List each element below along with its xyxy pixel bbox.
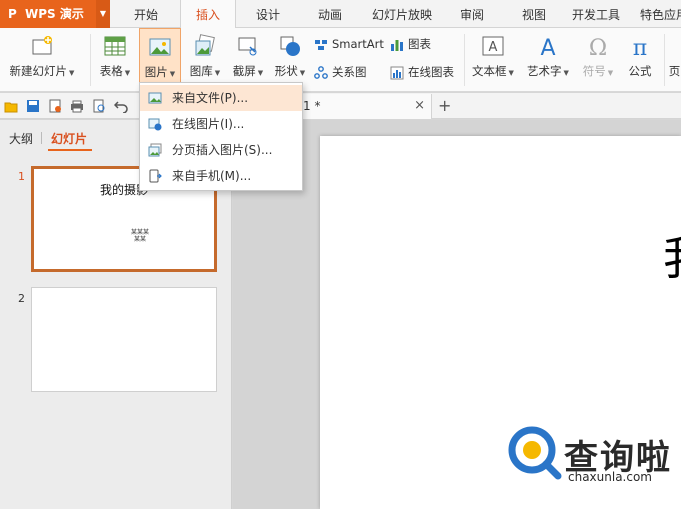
online-chart-label: 在线图表 xyxy=(408,65,454,79)
svg-text:A: A xyxy=(540,36,555,58)
menu-item-online-picture[interactable]: 在线图片(I)... xyxy=(140,111,302,137)
menu-item-label: 来自手机(M)... xyxy=(172,169,252,183)
textbox-icon: A xyxy=(482,36,504,56)
relation-chart-label: 关系图 xyxy=(332,65,367,79)
smartart-button[interactable]: SmartArt xyxy=(314,34,384,54)
smartart-label: SmartArt xyxy=(332,37,384,51)
save-icon[interactable] xyxy=(26,99,40,113)
tab-animation[interactable]: 动画 xyxy=(308,0,352,28)
gallery-label: 图库 xyxy=(189,64,213,78)
print-preview-icon[interactable] xyxy=(92,99,106,113)
gallery-icon xyxy=(195,34,215,56)
undo-icon[interactable] xyxy=(114,99,128,113)
slide-thumbnail-2[interactable] xyxy=(31,287,217,392)
tab-outline[interactable]: 大纲 xyxy=(9,130,33,147)
new-slide-icon xyxy=(32,36,52,55)
relation-chart-icon xyxy=(314,65,328,79)
svg-text:A: A xyxy=(489,40,498,55)
tab-developer[interactable]: 开发工具 xyxy=(568,0,624,28)
tab-slides[interactable]: 幻灯片 xyxy=(51,130,87,147)
online-chart-icon xyxy=(390,66,404,79)
picture-dropdown-menu: 来自文件(P)... 在线图片(I)... 分页插入图片(S)... 来自手机(… xyxy=(139,82,303,191)
picture-icon xyxy=(149,38,171,56)
search-logo-icon xyxy=(508,426,562,480)
online-image-icon xyxy=(148,118,162,131)
formula-button[interactable]: π 公式 xyxy=(620,28,660,92)
document-tab-title: 1 * xyxy=(303,99,321,113)
tab-design[interactable]: 设计 xyxy=(248,0,288,28)
slide-thumbnail-subtitle: 某某某 某某 xyxy=(130,229,149,243)
table-label: 表格 xyxy=(99,64,123,78)
chart-button[interactable]: 图表 xyxy=(390,34,431,54)
tab-insert[interactable]: 插入 xyxy=(180,0,236,29)
slide-title[interactable]: 我 xyxy=(663,222,681,288)
wordart-icon: A xyxy=(540,36,555,58)
wordart-label: 艺术字 xyxy=(527,64,562,78)
shapes-icon xyxy=(280,36,300,56)
relation-chart-button[interactable]: 关系图 xyxy=(314,62,367,82)
textbox-label: 文本框 xyxy=(472,64,507,78)
tab-view[interactable]: 视图 xyxy=(514,0,554,28)
screenshot-label: 截屏 xyxy=(232,64,256,78)
shapes-label: 形状 xyxy=(274,64,298,78)
header-footer-button[interactable]: 页 xyxy=(668,28,681,92)
header-footer-label: 页 xyxy=(668,64,681,78)
new-slide-button[interactable]: 新建幻灯片 ▼ xyxy=(4,28,80,92)
picture-label: 图片 xyxy=(144,65,168,79)
new-slide-label: 新建幻灯片 xyxy=(9,64,68,78)
app-name: WPS 演示 xyxy=(24,7,84,21)
formula-label: 公式 xyxy=(628,64,652,78)
table-button[interactable]: 表格 ▼ xyxy=(94,28,136,92)
tab-review[interactable]: 审阅 xyxy=(452,0,492,28)
menu-bar: P WPS 演示 ▼ 开始 插入 设计 动画 幻灯片放映 审阅 视图 开发工具 … xyxy=(0,0,681,29)
slide-number: 1 xyxy=(18,170,25,183)
tab-home[interactable]: 开始 xyxy=(124,0,168,28)
table-icon xyxy=(104,36,126,56)
svg-text:π: π xyxy=(633,36,647,58)
menu-item-label: 分页插入图片(S)... xyxy=(172,143,273,157)
tab-slideshow[interactable]: 幻灯片放映 xyxy=(366,0,438,28)
chart-label: 图表 xyxy=(408,37,431,51)
smartart-icon xyxy=(315,39,327,50)
app-menu-dropdown-icon[interactable]: ▼ xyxy=(96,0,110,28)
document-tab[interactable]: 1 * × xyxy=(300,94,432,119)
image-file-icon xyxy=(148,92,162,104)
symbol-button[interactable]: Ω 符号 ▼ xyxy=(578,28,618,92)
tab-features[interactable]: 特色应用 xyxy=(640,0,681,28)
menu-item-label: 来自文件(P)... xyxy=(172,91,249,105)
watermark: 查询啦 chaxunla.com xyxy=(504,420,681,509)
menu-item-label: 在线图片(I)... xyxy=(172,117,245,131)
wps-logo-icon: P xyxy=(8,7,17,21)
textbox-button[interactable]: A 文本框 ▼ xyxy=(468,28,518,92)
menu-item-from-phone[interactable]: 来自手机(M)... xyxy=(140,163,302,189)
menu-item-from-file[interactable]: 来自文件(P)... xyxy=(140,85,302,111)
paged-image-icon xyxy=(148,143,162,157)
print-icon[interactable] xyxy=(70,99,84,113)
app-menu-button[interactable]: P WPS 演示 xyxy=(0,0,96,28)
chart-icon xyxy=(391,39,403,51)
phone-icon xyxy=(149,169,162,183)
slide-number: 2 xyxy=(18,292,25,305)
omega-icon: Ω xyxy=(589,36,607,58)
online-chart-button[interactable]: 在线图表 xyxy=(390,62,454,82)
wordart-button[interactable]: A 艺术字 ▼ xyxy=(522,28,574,92)
svg-text:Ω: Ω xyxy=(589,36,607,58)
pi-icon: π xyxy=(633,36,647,58)
close-icon[interactable]: × xyxy=(414,94,425,118)
watermark-url: chaxunla.com xyxy=(568,470,652,484)
ribbon: 新建幻灯片 ▼ 表格 ▼ 图片 ▼ 图库 ▼ 截屏 ▼ 形状 ▼ SmartArt 图表 关… xyxy=(0,28,681,92)
symbol-label: 符号 xyxy=(582,64,606,78)
screenshot-icon xyxy=(238,37,257,56)
open-folder-icon[interactable] xyxy=(4,99,18,113)
new-tab-button[interactable]: + xyxy=(438,94,451,118)
save-as-icon[interactable] xyxy=(48,99,62,113)
menu-item-paged-insert[interactable]: 分页插入图片(S)... xyxy=(140,137,302,163)
